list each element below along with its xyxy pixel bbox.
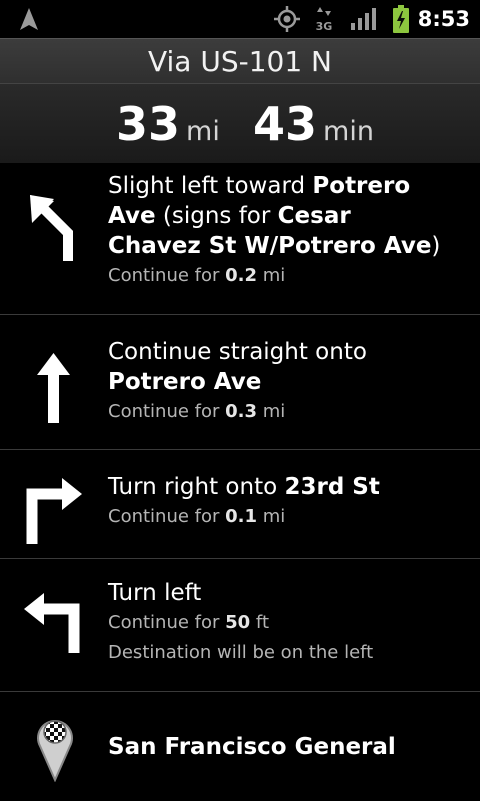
direction-step-3[interactable]: Turn right onto 23rd St Continue for 0.1… <box>0 450 480 559</box>
direction-step-2[interactable]: Continue straight onto Potrero Ave Conti… <box>0 315 480 450</box>
road-name: Potrero Ave <box>108 369 262 395</box>
continue-distance: Continue for 0.1 mi <box>108 506 286 527</box>
destination-note: Destination will be on the left <box>108 642 374 663</box>
instruction: Turn right onto 23rd St <box>108 474 380 500</box>
slight-left-arrow-icon <box>30 195 73 261</box>
route-via-title: Via US-101 N <box>0 38 480 83</box>
direction-step-text: Continue straight onto Potrero Ave Conti… <box>108 337 450 427</box>
route-summary: 33 mi 43 min <box>0 83 480 163</box>
continue-distance: Continue for 0.2 mi <box>108 265 286 286</box>
destination-text: San Francisco General <box>108 732 450 762</box>
clock: 8:53 <box>417 7 470 31</box>
destination-name: San Francisco General <box>108 734 396 760</box>
navigation-arrow-icon <box>20 8 38 30</box>
total-time: 43 min <box>253 94 374 162</box>
directions-list: Slight left toward Potrero Ave (signs fo… <box>0 163 480 801</box>
destination-row[interactable]: San Francisco General <box>0 692 480 801</box>
instruction: Continue straight onto Potrero Ave <box>108 339 367 395</box>
instruction: Turn left <box>108 580 202 606</box>
turn-left-arrow-icon <box>24 593 80 653</box>
total-distance: 33 mi <box>116 94 220 162</box>
direction-step-4[interactable]: Turn left Continue for 50 ft Destination… <box>0 559 480 692</box>
signal-icon <box>351 8 376 30</box>
turn-right-arrow-icon <box>26 478 82 544</box>
network-3g-icon: 3G <box>316 7 333 32</box>
network-label: 3G <box>316 20 333 32</box>
road-name: 23rd St <box>284 474 380 500</box>
time-unit: min <box>323 116 374 147</box>
distance-unit: mi <box>186 116 220 147</box>
direction-step-1[interactable]: Slight left toward Potrero Ave (signs fo… <box>0 163 480 315</box>
checkered-flag-pin-icon <box>37 720 73 782</box>
direction-step-text: Turn left Continue for 50 ft Destination… <box>108 578 450 668</box>
gps-icon <box>274 6 300 32</box>
direction-step-text: Turn right onto 23rd St Continue for 0.1… <box>108 472 450 532</box>
status-bar: 3G 8:53 <box>0 0 480 38</box>
battery-charging-icon <box>393 5 409 33</box>
time-value: 43 <box>253 97 318 151</box>
direction-step-text: Slight left toward Potrero Ave (signs fo… <box>108 171 450 291</box>
instruction: Slight left toward Potrero Ave (signs fo… <box>108 173 441 259</box>
distance-value: 33 <box>116 97 181 151</box>
continue-distance: Continue for 0.3 mi <box>108 401 286 422</box>
straight-arrow-icon <box>37 353 70 423</box>
continue-distance: Continue for 50 ft <box>108 612 270 633</box>
